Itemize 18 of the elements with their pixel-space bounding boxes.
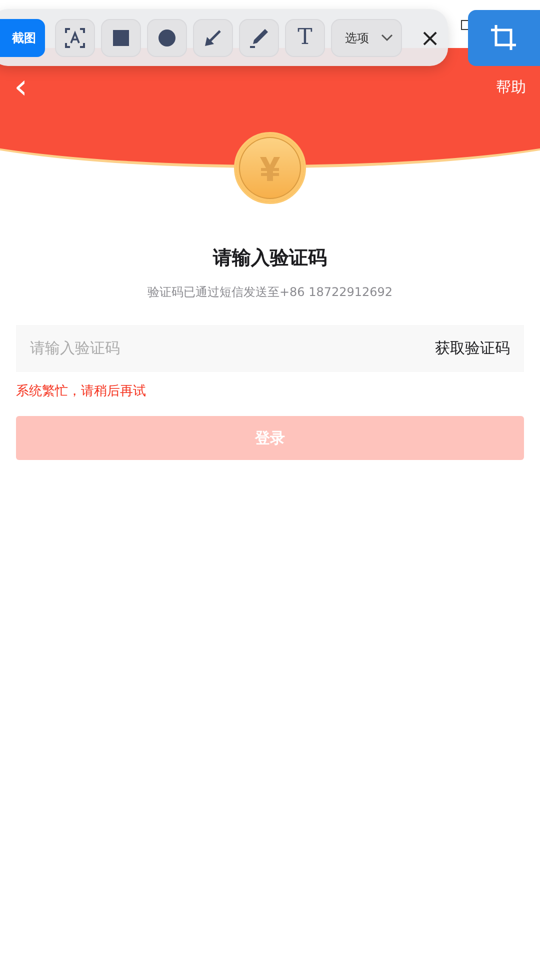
ocr-tool-button[interactable] [55,18,95,56]
crop-button[interactable] [468,10,540,66]
error-message: 系统繁忙，请稍后再试 [16,382,147,400]
sms-notice: 验证码已通过短信发送至+86 18722912692 [146,284,394,300]
get-code-button[interactable]: 获取验证码 [435,336,510,360]
text-recognition-icon [63,26,87,50]
text-tool-button[interactable]: T [285,18,325,56]
page-title: 请输入验证码 [212,246,328,271]
options-dropdown[interactable]: 选项 [331,18,402,56]
capture-button[interactable]: 截图 [0,18,45,56]
arrow-tool-button[interactable] [193,18,233,56]
pen-tool-button[interactable] [239,18,279,56]
rect-tool-button[interactable] [101,18,141,56]
crop-icon [489,23,519,53]
caret-icon [381,34,393,42]
code-input-field[interactable]: 请输入验证码 获取验证码 [16,324,524,372]
circle-tool-button[interactable] [147,18,187,56]
close-button[interactable]: × [416,26,444,50]
